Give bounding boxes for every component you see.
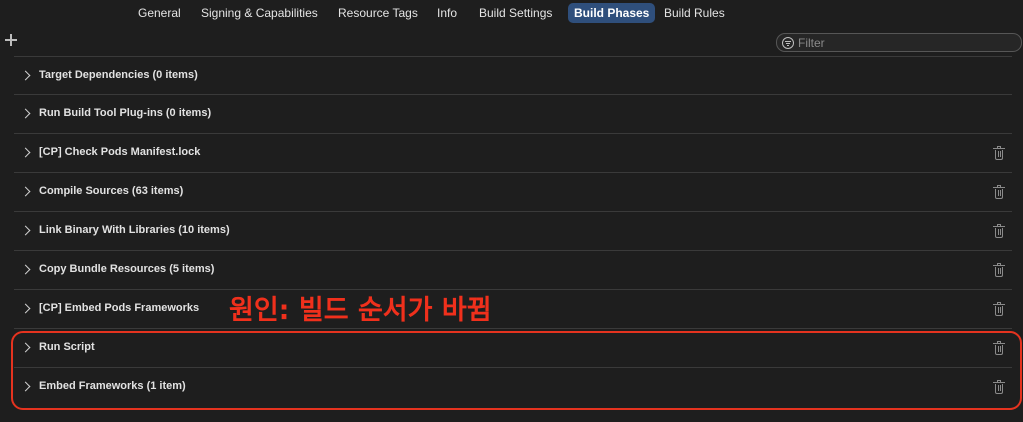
filter-field[interactable] (776, 33, 1022, 52)
trash-icon[interactable] (993, 185, 1005, 199)
chevron-right-icon[interactable] (20, 342, 31, 353)
phase-label: Embed Frameworks (1 item) (39, 380, 186, 392)
annotation-text: 원인: 빌드 순서가 바뀜 (229, 295, 492, 326)
trash-icon[interactable] (993, 302, 1005, 316)
editor-tab-bar: General Signing & Capabilities Resource … (0, 0, 1023, 25)
phase-label: [CP] Embed Pods Frameworks (39, 302, 200, 314)
build-phase-embed-pods-frameworks[interactable]: [CP] Embed Pods Frameworks (14, 290, 1012, 329)
chevron-right-icon[interactable] (20, 108, 31, 119)
phase-label: Link Binary With Libraries (10 items) (39, 224, 230, 236)
build-phase-embed-frameworks[interactable]: Embed Frameworks (1 item) (14, 368, 1012, 407)
phase-label: Copy Bundle Resources (5 items) (39, 263, 215, 275)
tab-info[interactable]: Info (431, 3, 463, 23)
chevron-right-icon[interactable] (20, 147, 31, 158)
plus-icon[interactable] (4, 33, 18, 47)
phase-label: Compile Sources (63 items) (39, 185, 184, 197)
tab-signing-capabilities[interactable]: Signing & Capabilities (195, 3, 324, 23)
trash-icon[interactable] (993, 263, 1005, 277)
tab-resource-tags[interactable]: Resource Tags (332, 3, 424, 23)
tab-build-settings[interactable]: Build Settings (473, 3, 558, 23)
filter-input[interactable] (798, 35, 1013, 50)
build-phases-list: Target Dependencies (0 items) Run Build … (14, 56, 1012, 407)
chevron-right-icon[interactable] (20, 225, 31, 236)
phase-label: [CP] Check Pods Manifest.lock (39, 146, 201, 158)
build-phase-target-dependencies[interactable]: Target Dependencies (0 items) (14, 56, 1012, 95)
trash-icon[interactable] (993, 146, 1005, 160)
build-phase-copy-bundle-resources[interactable]: Copy Bundle Resources (5 items) (14, 251, 1012, 290)
tab-general[interactable]: General (132, 3, 187, 23)
phase-label: Run Script (39, 341, 95, 353)
trash-icon[interactable] (993, 341, 1005, 355)
chevron-right-icon[interactable] (20, 381, 31, 392)
trash-icon[interactable] (993, 380, 1005, 394)
build-phase-run-script[interactable]: Run Script (14, 329, 1012, 368)
build-phases-toolbar (0, 25, 1023, 57)
chevron-right-icon[interactable] (20, 70, 31, 81)
phase-label: Target Dependencies (0 items) (39, 69, 198, 81)
phase-label: Run Build Tool Plug-ins (0 items) (39, 107, 212, 119)
trash-icon[interactable] (993, 224, 1005, 238)
chevron-right-icon[interactable] (20, 303, 31, 314)
tab-build-rules[interactable]: Build Rules (658, 3, 731, 23)
build-phase-compile-sources[interactable]: Compile Sources (63 items) (14, 173, 1012, 212)
build-phase-check-pods-manifest[interactable]: [CP] Check Pods Manifest.lock (14, 134, 1012, 173)
tab-build-phases[interactable]: Build Phases (568, 3, 656, 23)
chevron-right-icon[interactable] (20, 264, 31, 275)
chevron-right-icon[interactable] (20, 186, 31, 197)
build-phase-run-build-tool-plugins[interactable]: Run Build Tool Plug-ins (0 items) (14, 95, 1012, 134)
build-phase-link-binary[interactable]: Link Binary With Libraries (10 items) (14, 212, 1012, 251)
filter-icon (782, 37, 794, 49)
